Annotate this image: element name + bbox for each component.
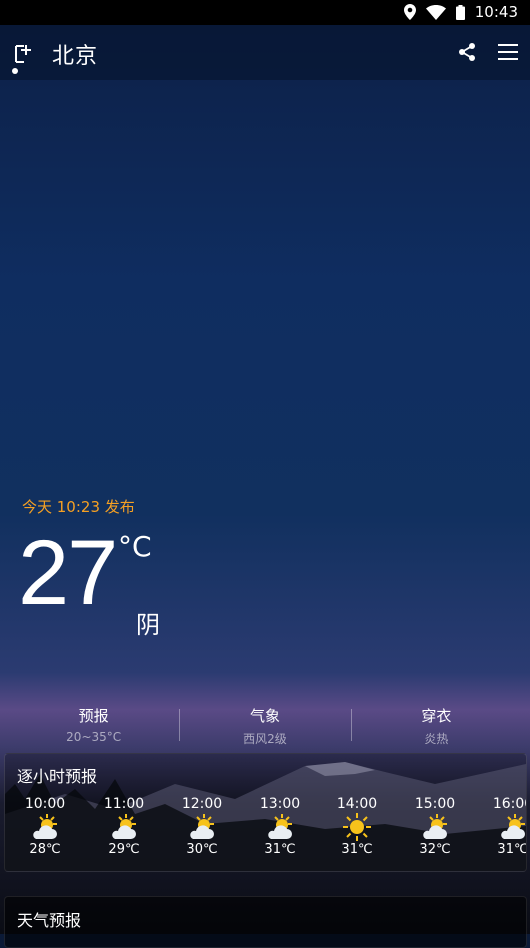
summary-subtitle: 西风2级 — [243, 732, 287, 746]
partly-cloudy-icon — [94, 812, 154, 842]
hour-time: 13:00 — [259, 796, 301, 812]
summary-title: 预报 — [78, 707, 109, 725]
hour-temp: 31℃ — [264, 842, 296, 857]
summary-clothing[interactable]: 穿衣 炎热 — [350, 705, 522, 746]
partly-cloudy-icon — [250, 812, 310, 842]
forecast-title: 天气预报 — [17, 911, 82, 930]
hour-item[interactable]: 15:00 32℃ — [405, 796, 465, 857]
partly-cloudy-icon — [15, 812, 75, 842]
hour-time: 12:00 — [181, 796, 223, 812]
partly-cloudy-icon — [483, 812, 526, 842]
publish-time: 今天 10:23 发布 — [22, 498, 135, 516]
partly-cloudy-icon — [405, 812, 465, 842]
weather-forecast-card[interactable]: 天气预报 — [4, 896, 527, 948]
hour-time: 15:00 — [414, 796, 456, 812]
summary-forecast[interactable]: 预报 20~35°C — [8, 705, 179, 745]
hour-temp: 31℃ — [341, 842, 373, 857]
partly-cloudy-icon — [172, 812, 232, 842]
summary-title: 穿衣 — [421, 707, 452, 725]
hour-temp: 28℃ — [29, 842, 61, 857]
temperature-unit: °C — [118, 530, 152, 563]
menu-icon[interactable] — [498, 43, 518, 61]
summary-row: 预报 20~35°C 气象 西风2级 穿衣 炎热 — [8, 705, 522, 746]
wifi-icon — [425, 4, 446, 20]
hour-time: 14:00 — [336, 796, 378, 812]
hour-time: 10:00 — [24, 796, 66, 812]
hour-time: 16:00 — [492, 796, 526, 812]
hour-item[interactable]: 16:00 31℃ — [483, 796, 527, 857]
hour-item[interactable]: 12:00 30℃ — [172, 796, 232, 857]
clock-text: 10:43 — [474, 3, 518, 21]
hour-temp: 31℃ — [497, 842, 527, 857]
sunny-icon — [327, 812, 387, 842]
hour-temp: 30℃ — [186, 842, 218, 857]
location-icon — [403, 4, 416, 20]
hour-item[interactable]: 14:00 31℃ — [327, 796, 387, 857]
status-bar: 10:43 — [0, 0, 530, 25]
hour-item[interactable]: 13:00 31℃ — [250, 796, 310, 857]
add-city-icon[interactable] — [12, 42, 34, 76]
hour-temp: 29℃ — [108, 842, 140, 857]
weather-condition: 阴 — [136, 611, 160, 639]
battery-icon — [455, 4, 465, 20]
hour-item[interactable]: 10:00 28℃ — [15, 796, 75, 857]
share-icon[interactable] — [457, 42, 477, 62]
summary-subtitle: 20~35°C — [66, 730, 122, 744]
hour-item[interactable]: 11:00 29℃ — [94, 796, 154, 857]
app-bar: 北京 — [0, 25, 530, 80]
summary-title: 气象 — [249, 707, 280, 725]
summary-subtitle: 炎热 — [424, 732, 449, 746]
current-temperature: 27 — [18, 522, 118, 624]
hourly-list: 10:00 28℃ 11:00 29℃ 12:00 30℃ 13:00 31℃ … — [5, 796, 527, 866]
hourly-title: 逐小时预报 — [17, 767, 98, 786]
hour-time: 11:00 — [103, 796, 145, 812]
city-title[interactable]: 北京 — [52, 38, 98, 70]
hour-temp: 32℃ — [419, 842, 451, 857]
summary-meteorology[interactable]: 气象 西风2级 — [179, 705, 350, 746]
hourly-forecast-card[interactable]: 逐小时预报 10:00 28℃ 11:00 29℃ 12:00 30℃ 13:0… — [4, 753, 527, 872]
